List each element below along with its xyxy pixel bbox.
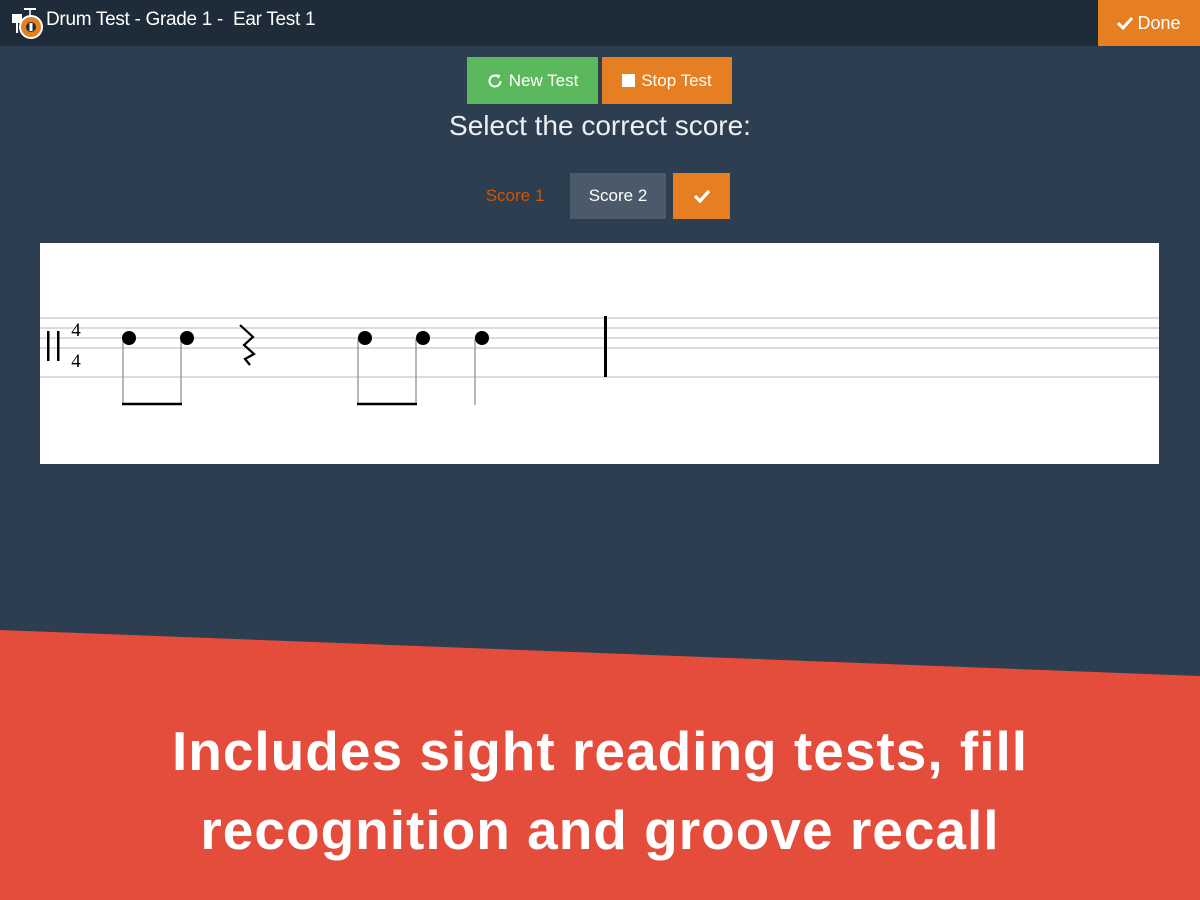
promo-line-2: recognition and groove recall <box>200 799 1000 861</box>
done-button[interactable]: Done <box>1098 0 1200 46</box>
done-button-label: Done <box>1137 12 1181 33</box>
quarter-note <box>474 331 489 405</box>
score-sheet: 4 4 <box>40 243 1159 464</box>
eighth-note-pair-2 <box>357 331 430 406</box>
stop-square-icon <box>622 74 636 87</box>
window-title: Drum Test - Grade 1 - Ear Test 1 <box>46 9 316 30</box>
promo-text: Includes sight reading tests, fill recog… <box>0 712 1200 870</box>
stop-test-button[interactable]: Stop Test <box>602 57 732 104</box>
note-head <box>180 331 194 345</box>
note-head <box>416 331 430 345</box>
time-signature-bottom: 4 <box>71 351 81 372</box>
title-bar: Drum Test - Grade 1 - Ear Test 1 Done <box>0 0 1200 46</box>
drum-kit-icon <box>12 8 43 39</box>
promo-line-1: Includes sight reading tests, fill <box>171 720 1029 782</box>
checkmark-icon <box>1117 16 1134 30</box>
percussion-clef <box>47 331 60 361</box>
quarter-rest <box>239 324 256 366</box>
drum-notation: 4 4 <box>40 316 1159 406</box>
checkmark-icon <box>693 189 710 204</box>
score-2-tab[interactable]: Score 2 <box>570 173 666 219</box>
question-prompt: Select the correct score: <box>449 110 751 141</box>
bar-line <box>604 316 607 377</box>
note-head <box>358 331 372 345</box>
refresh-icon <box>488 73 502 87</box>
time-signature-top: 4 <box>71 320 81 341</box>
note-head <box>122 331 136 345</box>
note-head <box>475 331 489 345</box>
stop-test-label: Stop Test <box>641 70 712 90</box>
new-test-button[interactable]: New Test <box>467 57 598 104</box>
eighth-note-pair-1 <box>122 331 194 406</box>
confirm-answer-button[interactable] <box>673 173 730 219</box>
test-controls: New Test Stop Test <box>467 57 732 104</box>
staff-lines <box>40 317 1159 378</box>
score-1-tab[interactable]: Score 1 <box>470 173 560 219</box>
new-test-label: New Test <box>508 70 579 90</box>
